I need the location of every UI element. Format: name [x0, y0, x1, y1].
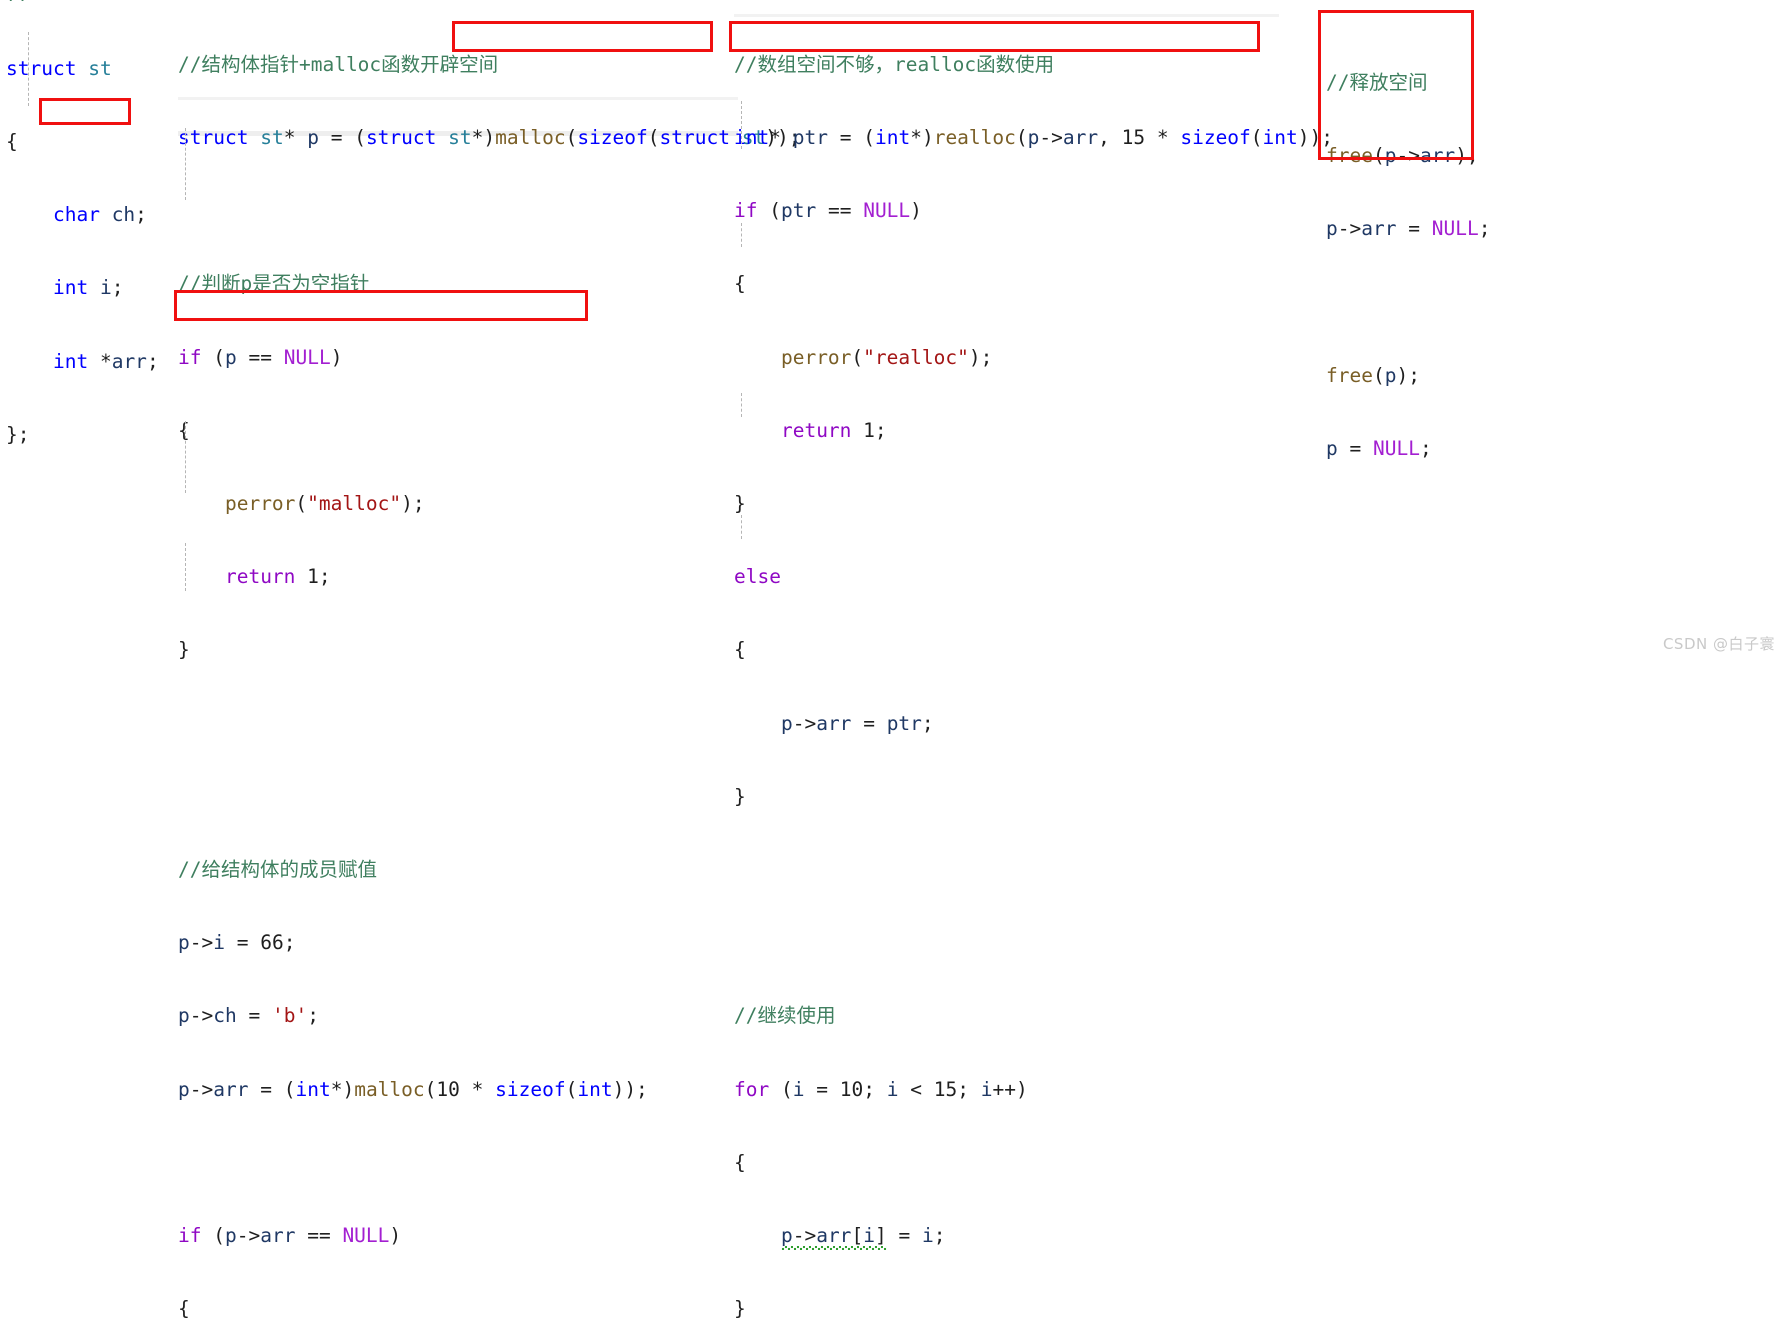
clipped-top-line: // ... ... — [6, 0, 147, 1]
code-line[interactable]: int *arr; — [6, 350, 159, 374]
code-line[interactable]: if (p->arr == NULL) — [178, 1224, 800, 1248]
struct-definition-block: struct st { char ch; int i; int *arr; }; — [6, 8, 159, 496]
code-line[interactable]: for (i = 10; i < 15; i++) — [734, 1078, 1333, 1102]
code-line[interactable]: perror("realloc"); — [734, 346, 1333, 370]
code-line[interactable]: p = NULL; — [1326, 437, 1490, 461]
realloc-block: //数组空间不够，realloc函数使用 int* ptr = (int*)re… — [734, 4, 1333, 1328]
code-line[interactable]: p->arr[i] = i; — [734, 1224, 1333, 1248]
code-line[interactable]: { — [734, 272, 1333, 296]
indent-guide — [741, 515, 743, 539]
malloc-allocation-block: //结构体指针+malloc函数开辟空间 struct st* p = (str… — [178, 4, 800, 1328]
code-line[interactable]: }; — [6, 423, 159, 447]
code-line[interactable]: { — [178, 1297, 800, 1321]
code-line[interactable]: else — [734, 565, 1333, 589]
code-line-comment[interactable]: //继续使用 — [734, 1004, 1333, 1028]
indent-guide — [741, 101, 743, 149]
code-line[interactable]: return 1; — [178, 565, 800, 589]
code-line[interactable]: if (p == NULL) — [178, 346, 800, 370]
code-line-comment[interactable]: //结构体指针+malloc函数开辟空间 — [178, 53, 800, 77]
code-line-comment[interactable]: //释放空间 — [1326, 71, 1490, 95]
free-release-block: //释放空间 free(p->arr); p->arr = NULL; free… — [1326, 22, 1490, 486]
code-line[interactable]: int* ptr = (int*)realloc(p->arr, 15 * si… — [734, 126, 1333, 150]
code-line[interactable]: } — [734, 785, 1333, 809]
code-line-comment[interactable]: //数组空间不够，realloc函数使用 — [734, 53, 1333, 77]
code-line[interactable]: if (ptr == NULL) — [734, 199, 1333, 223]
indent-guide — [185, 421, 187, 493]
indent-guide — [185, 543, 187, 591]
code-line[interactable]: free(p->arr); — [1326, 144, 1490, 168]
code-line[interactable]: p->arr = (int*)malloc(10 * sizeof(int)); — [178, 1078, 800, 1102]
intellisense-squiggle: p->arr[i] — [780, 1224, 887, 1248]
code-line[interactable]: } — [734, 1297, 1333, 1321]
code-line[interactable]: p->ch = 'b'; — [178, 1004, 800, 1028]
code-line[interactable]: int i; — [6, 276, 159, 300]
code-line[interactable]: struct st* p = (struct st*)malloc(sizeof… — [178, 126, 800, 150]
csdn-watermark: CSDN @白子寰 — [1662, 635, 1775, 653]
code-line[interactable]: { — [178, 419, 800, 443]
code-line[interactable]: p->i = 66; — [178, 931, 800, 955]
code-line-comment[interactable]: //判断p是否为空指针 — [178, 272, 800, 296]
code-line[interactable]: p->arr = NULL; — [1326, 217, 1490, 241]
code-line[interactable]: { — [734, 1151, 1333, 1175]
code-line[interactable]: { — [734, 638, 1333, 662]
code-line[interactable]: } — [178, 638, 800, 662]
indent-guide — [741, 223, 743, 247]
code-line[interactable]: free(p); — [1326, 364, 1490, 388]
code-line[interactable]: p->arr = ptr; — [734, 712, 1333, 736]
code-line[interactable]: { — [6, 130, 159, 154]
indent-guide — [185, 128, 187, 200]
indent-guide — [741, 393, 743, 417]
code-line[interactable]: char ch; — [6, 203, 159, 227]
code-line-comment[interactable]: //给结构体的成员赋值 — [178, 858, 800, 882]
code-line[interactable]: } — [734, 492, 1333, 516]
code-line[interactable]: perror("malloc"); — [178, 492, 800, 516]
indent-guide — [28, 32, 30, 106]
code-line[interactable]: return 1; — [734, 419, 1333, 443]
